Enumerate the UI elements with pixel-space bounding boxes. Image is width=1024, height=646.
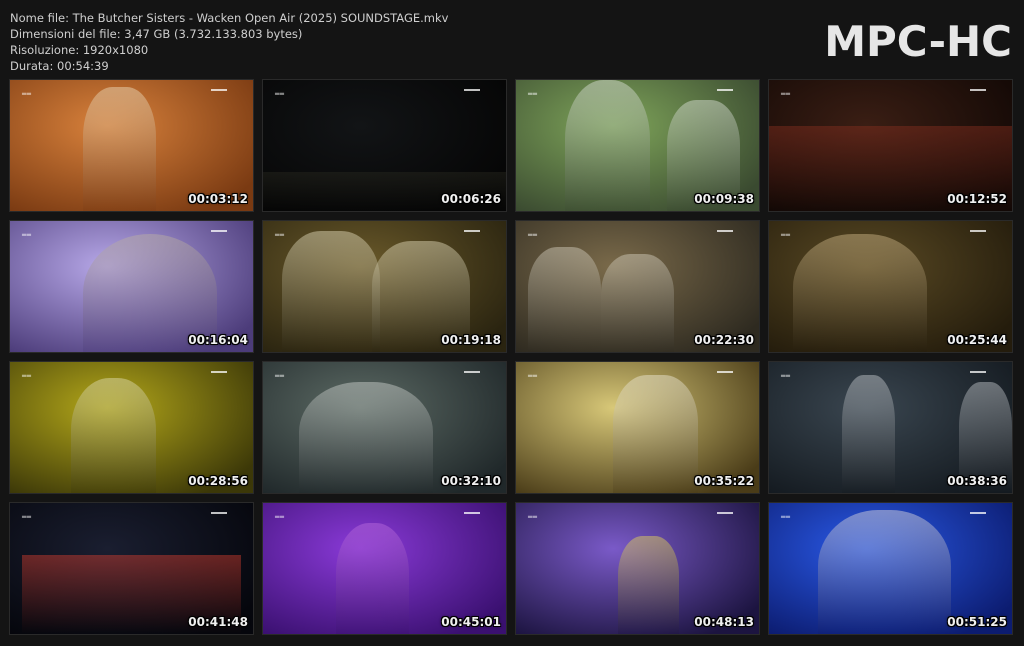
- thumbnail-timestamp: 00:51:25: [947, 615, 1007, 629]
- channel-logo-icon: ══: [275, 513, 285, 521]
- thumbnail-timestamp: 00:12:52: [947, 192, 1007, 206]
- broadcaster-logo-icon: [970, 512, 986, 523]
- duration-text: Durata: 00:54:39: [10, 59, 109, 73]
- file-name-text: Nome file: The Butcher Sisters - Wacken …: [10, 11, 449, 25]
- thumbnail-timestamp: 00:25:44: [947, 333, 1007, 347]
- broadcaster-logo-icon: [970, 230, 986, 241]
- channel-logo-icon: ══: [528, 231, 538, 239]
- broadcaster-logo-icon: [464, 512, 480, 523]
- channel-logo-icon: ══: [781, 231, 791, 239]
- video-thumbnail: ══ 00:16:04: [9, 220, 254, 353]
- video-thumbnail: ══ 00:09:38: [515, 79, 760, 212]
- channel-logo-icon: ══: [275, 231, 285, 239]
- scene-silhouette: [282, 231, 380, 352]
- thumbnail-timestamp: 00:45:01: [441, 615, 501, 629]
- channel-logo-icon: ══: [528, 513, 538, 521]
- video-thumbnail: ══ 00:45:01: [262, 502, 507, 635]
- video-thumbnail: ══ 00:41:48: [9, 502, 254, 635]
- thumbnail-grid: ══ 00:03:12 ══ 00:06:26 ══ 00:09:38 ══ 00:12:52…: [9, 79, 1013, 635]
- scene-silhouette: [817, 509, 952, 634]
- video-thumbnail: ══ 00:32:10: [262, 361, 507, 494]
- thumbnail-timestamp: 00:19:18: [441, 333, 501, 347]
- file-size-text: Dimensioni del file: 3,47 GB (3.732.133.…: [10, 27, 303, 41]
- scene-silhouette: [528, 247, 602, 352]
- resolution-text: Risoluzione: 1920x1080: [10, 43, 149, 57]
- video-thumbnail: ══ 00:51:25: [768, 502, 1013, 635]
- broadcaster-logo-icon: [211, 89, 227, 100]
- thumbnail-timestamp: 00:16:04: [188, 333, 248, 347]
- thumbnail-timestamp: 00:35:22: [694, 474, 754, 488]
- video-thumbnail: ══ 00:28:56: [9, 361, 254, 494]
- broadcaster-logo-icon: [211, 230, 227, 241]
- channel-logo-icon: ══: [781, 513, 791, 521]
- broadcaster-logo-icon: [211, 512, 227, 523]
- mpc-hc-logo: MPC-HC: [824, 17, 1012, 66]
- broadcaster-logo-icon: [717, 512, 733, 523]
- thumbnail-timestamp: 00:22:30: [694, 333, 754, 347]
- thumbnail-timestamp: 00:41:48: [188, 615, 248, 629]
- scene-silhouette: [601, 253, 674, 352]
- broadcaster-logo-icon: [717, 89, 733, 100]
- thumbnail-timestamp: 00:06:26: [441, 192, 501, 206]
- scene-silhouette: [613, 375, 699, 493]
- broadcaster-logo-icon: [970, 89, 986, 100]
- channel-logo-icon: ══: [22, 372, 32, 380]
- channel-logo-icon: ══: [22, 513, 32, 521]
- video-thumbnail: ══ 00:25:44: [768, 220, 1013, 353]
- video-thumbnail: ══ 00:19:18: [262, 220, 507, 353]
- scene-silhouette: [793, 234, 927, 352]
- broadcaster-logo-icon: [717, 371, 733, 382]
- scene-silhouette: [841, 375, 896, 493]
- video-thumbnail: ══ 00:48:13: [515, 502, 760, 635]
- thumbnail-timestamp: 00:09:38: [694, 192, 754, 206]
- channel-logo-icon: ══: [781, 90, 791, 98]
- scene-silhouette: [564, 80, 650, 211]
- video-thumbnail: ══ 00:35:22: [515, 361, 760, 494]
- channel-logo-icon: ══: [528, 372, 538, 380]
- channel-logo-icon: ══: [275, 372, 285, 380]
- channel-logo-icon: ══: [22, 231, 32, 239]
- broadcaster-logo-icon: [464, 89, 480, 100]
- video-thumbnail: ══ 00:03:12: [9, 79, 254, 212]
- broadcaster-logo-icon: [464, 371, 480, 382]
- scene-silhouette: [335, 522, 409, 634]
- broadcaster-logo-icon: [464, 230, 480, 241]
- broadcaster-logo-icon: [717, 230, 733, 241]
- channel-logo-icon: ══: [22, 90, 32, 98]
- thumbnail-timestamp: 00:48:13: [694, 615, 754, 629]
- channel-logo-icon: ══: [528, 90, 538, 98]
- channel-logo-icon: ══: [275, 90, 285, 98]
- file-info-block: Nome file: The Butcher Sisters - Wacken …: [10, 10, 448, 74]
- video-thumbnail: ══ 00:38:36: [768, 361, 1013, 494]
- video-thumbnail: ══ 00:12:52: [768, 79, 1013, 212]
- broadcaster-logo-icon: [970, 371, 986, 382]
- thumbnail-timestamp: 00:03:12: [188, 192, 248, 206]
- channel-logo-icon: ══: [781, 372, 791, 380]
- scene-silhouette: [82, 86, 156, 211]
- video-thumbnail: ══ 00:22:30: [515, 220, 760, 353]
- scene-silhouette: [618, 535, 679, 634]
- broadcaster-logo-icon: [211, 371, 227, 382]
- scene-silhouette: [70, 377, 156, 493]
- thumbnail-timestamp: 00:28:56: [188, 474, 248, 488]
- thumbnail-timestamp: 00:32:10: [441, 474, 501, 488]
- thumbnail-timestamp: 00:38:36: [947, 474, 1007, 488]
- video-thumbnail: ══ 00:06:26: [262, 79, 507, 212]
- scene-silhouette: [299, 381, 434, 493]
